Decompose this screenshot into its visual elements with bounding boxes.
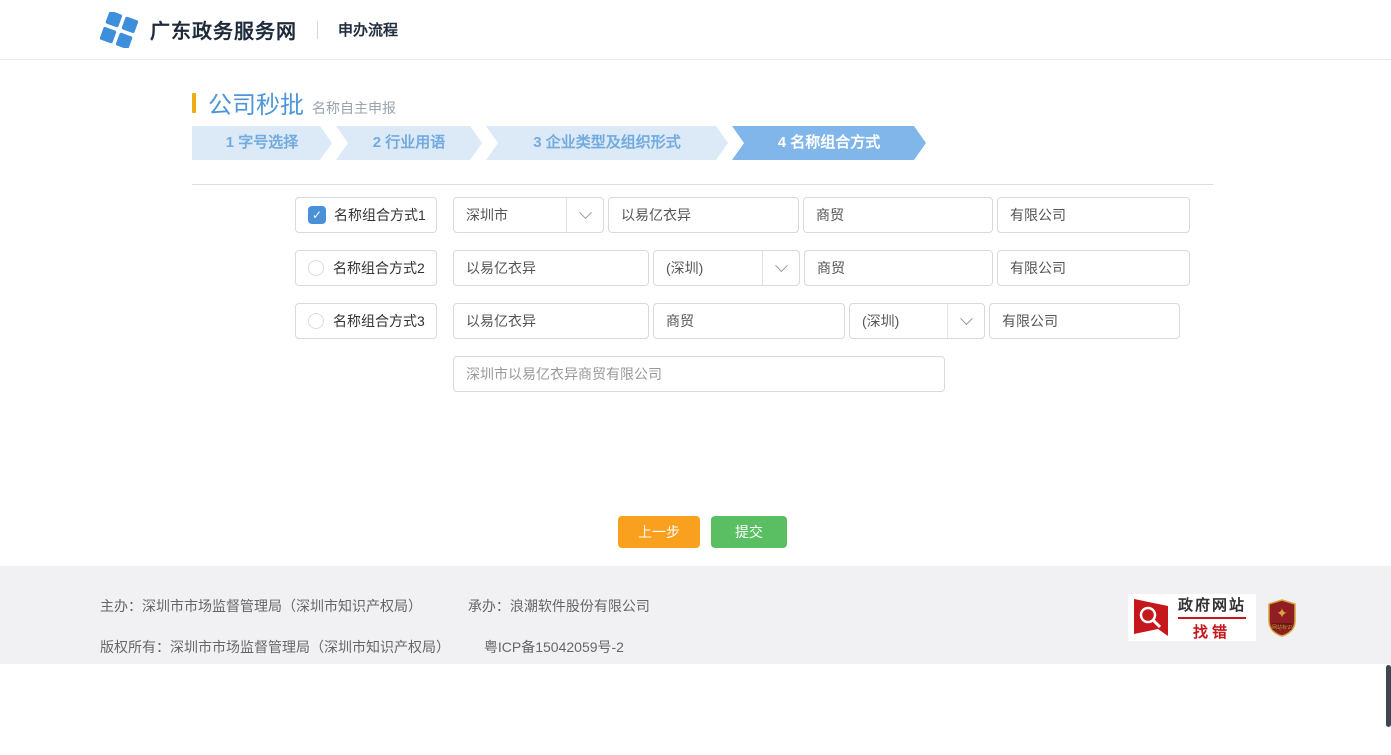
industry-field[interactable]: 商贸 bbox=[803, 197, 993, 233]
org-form-field[interactable]: 有限公司 bbox=[997, 250, 1190, 286]
combination-row-1: ✓ 名称组合方式1 深圳市 以易亿衣异 商贸 有限公司 bbox=[295, 197, 1213, 233]
field-value: 商贸 bbox=[816, 205, 844, 225]
region-select[interactable]: 深圳市 bbox=[453, 197, 604, 233]
main-content: 公司秒批 名称自主申报 1 字号选择 2 行业用语 3 企业类型及组织形式 4 … bbox=[192, 85, 1213, 548]
trade-name-field[interactable]: 以易亿衣异 bbox=[453, 303, 649, 339]
svg-text:✦: ✦ bbox=[1276, 605, 1288, 621]
page-subtitle: 名称自主申报 bbox=[312, 98, 396, 118]
select-value: (深圳) bbox=[666, 258, 703, 278]
chevron-down-icon bbox=[775, 259, 788, 272]
org-form-field[interactable]: 有限公司 bbox=[997, 197, 1190, 233]
org-form-field[interactable]: 有限公司 bbox=[989, 303, 1180, 339]
header: 广东政务服务网 申办流程 bbox=[0, 0, 1391, 60]
full-name-preview-field[interactable]: 深圳市以易亿衣异商贸有限公司 bbox=[453, 356, 945, 392]
submit-button[interactable]: 提交 bbox=[711, 516, 787, 548]
footer-undertaker: 承办：浪潮软件股份有限公司 bbox=[468, 598, 650, 614]
radio-unchecked-icon[interactable] bbox=[308, 260, 324, 276]
result-row: 深圳市以易亿衣异商贸有限公司 bbox=[295, 356, 1213, 392]
trade-name-field[interactable]: 以易亿衣异 bbox=[608, 197, 799, 233]
footer-badges: 政府网站 找错 ✦ 网站标识 bbox=[1128, 594, 1296, 641]
field-value: 以易亿衣异 bbox=[466, 258, 536, 278]
option-label: 名称组合方式3 bbox=[333, 311, 425, 331]
svg-text:网站标识: 网站标识 bbox=[1272, 624, 1292, 631]
combination-row-2: 名称组合方式2 以易亿衣异 (深圳) 商贸 有限公司 bbox=[295, 250, 1213, 286]
combination-row-3: 名称组合方式3 以易亿衣异 商贸 (深圳) 有限公司 bbox=[295, 303, 1213, 339]
option-combination-1[interactable]: ✓ 名称组合方式1 bbox=[295, 197, 437, 233]
select-arrow-area[interactable] bbox=[947, 304, 984, 338]
industry-field[interactable]: 商贸 bbox=[653, 303, 845, 339]
title-row: 公司秒批 名称自主申报 bbox=[192, 85, 1213, 120]
field-value: 商贸 bbox=[666, 311, 694, 331]
step-4-active[interactable]: 4 名称组合方式 bbox=[732, 126, 926, 160]
magnifier-flag-icon bbox=[1132, 598, 1170, 638]
full-name-value: 深圳市以易亿衣异商贸有限公司 bbox=[466, 364, 662, 384]
footer: 主办：深圳市市场监督管理局（深圳市知识产权局） 承办：浪潮软件股份有限公司 版权… bbox=[0, 566, 1391, 664]
footer-host: 主办：深圳市市场监督管理局（深圳市知识产权局） bbox=[100, 598, 422, 614]
select-arrow-area[interactable] bbox=[566, 198, 603, 232]
industry-field[interactable]: 商贸 bbox=[804, 250, 993, 286]
option-label: 名称组合方式1 bbox=[334, 205, 426, 225]
option-combination-2[interactable]: 名称组合方式2 bbox=[295, 250, 437, 286]
field-value: 以易亿衣异 bbox=[466, 311, 536, 331]
page-title: 公司秒批 bbox=[208, 85, 304, 120]
region-select[interactable]: (深圳) bbox=[849, 303, 985, 339]
option-combination-3[interactable]: 名称组合方式3 bbox=[295, 303, 437, 339]
select-arrow-area[interactable] bbox=[762, 251, 799, 285]
badge-text: 政府网站 找错 bbox=[1178, 594, 1246, 642]
select-value: 深圳市 bbox=[466, 205, 508, 225]
radio-unchecked-icon[interactable] bbox=[308, 313, 324, 329]
footer-copyright: 版权所有：深圳市市场监督管理局（深圳市知识产权局） bbox=[100, 639, 450, 655]
chevron-down-icon bbox=[960, 312, 973, 325]
vertical-scrollbar-thumb[interactable] bbox=[1386, 665, 1391, 727]
title-accent-bar bbox=[192, 93, 196, 113]
field-value: 以易亿衣异 bbox=[621, 205, 691, 225]
footer-icp[interactable]: 粤ICP备15042059号-2 bbox=[484, 639, 624, 655]
step-2[interactable]: 2 行业用语 bbox=[336, 126, 482, 160]
trade-name-field[interactable]: 以易亿衣异 bbox=[453, 250, 649, 286]
checkbox-checked-icon[interactable]: ✓ bbox=[308, 206, 326, 224]
site-brand[interactable]: 广东政务服务网 bbox=[150, 15, 297, 44]
badge-text-top: 政府网站 bbox=[1178, 594, 1246, 619]
step-3[interactable]: 3 企业类型及组织形式 bbox=[486, 126, 728, 160]
action-buttons: 上一步 提交 bbox=[192, 516, 1213, 548]
option-label: 名称组合方式2 bbox=[333, 258, 425, 278]
select-value: (深圳) bbox=[862, 311, 899, 331]
name-combination-form: ✓ 名称组合方式1 深圳市 以易亿衣异 商贸 有限公司 名称组合方式2 bbox=[192, 197, 1213, 392]
header-nav-process[interactable]: 申办流程 bbox=[338, 19, 398, 40]
step-bar: 1 字号选择 2 行业用语 3 企业类型及组织形式 4 名称组合方式 bbox=[192, 126, 1213, 160]
section-divider bbox=[192, 184, 1213, 185]
field-value: 有限公司 bbox=[1010, 205, 1066, 225]
field-value: 商贸 bbox=[817, 258, 845, 278]
gdzwfw-logo-icon bbox=[100, 12, 138, 48]
chevron-down-icon bbox=[579, 206, 592, 219]
field-value: 有限公司 bbox=[1002, 311, 1058, 331]
badge-text-bottom: 找错 bbox=[1178, 621, 1246, 642]
step-1[interactable]: 1 字号选择 bbox=[192, 126, 332, 160]
region-select[interactable]: (深圳) bbox=[653, 250, 800, 286]
gov-shield-badge-icon[interactable]: ✦ 网站标识 bbox=[1268, 599, 1296, 637]
previous-step-button[interactable]: 上一步 bbox=[618, 516, 700, 548]
header-divider bbox=[317, 21, 318, 39]
gov-site-error-report-badge[interactable]: 政府网站 找错 bbox=[1128, 594, 1256, 641]
field-value: 有限公司 bbox=[1010, 258, 1066, 278]
